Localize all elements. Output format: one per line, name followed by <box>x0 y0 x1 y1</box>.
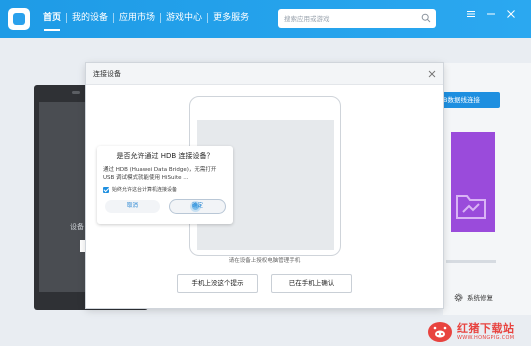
gear-icon <box>454 293 463 301</box>
connect-device-modal: 连接设备 是否允许通过 HDB 连接设备？ 通过 HDB (Huawei Dat… <box>86 63 443 308</box>
tap-indicator-icon <box>192 203 199 210</box>
device-label: 设备 <box>70 223 84 231</box>
promo-banner[interactable] <box>451 132 495 232</box>
search-icon[interactable] <box>421 13 431 23</box>
system-repair-label: 系统修复 <box>467 294 493 302</box>
hdb-cancel-button: 取消 <box>105 200 160 213</box>
progress-track <box>446 260 496 263</box>
phone-notch <box>72 91 80 94</box>
minimize-icon[interactable] <box>486 9 496 19</box>
system-repair-entry[interactable]: 系统修复 <box>454 292 493 302</box>
main-nav: 首页 我的设备 应用市场 游戏中心 更多服务 <box>38 11 254 31</box>
menu-icon[interactable] <box>466 9 476 19</box>
hdb-dialog-body: 通过 HDB (Huawei Data Bridge)，无需打开 USB 调试模… <box>103 167 217 181</box>
modal-title: 连接设备 <box>93 70 121 78</box>
modal-header: 连接设备 <box>86 63 443 85</box>
nav-item-home[interactable]: 首页 <box>38 11 66 31</box>
nav-item-my-devices[interactable]: 我的设备 <box>67 11 113 25</box>
search-placeholder: 搜索应用或游戏 <box>284 15 330 23</box>
checkbox-icon <box>103 186 109 193</box>
nav-item-more-services[interactable]: 更多服务 <box>208 11 254 25</box>
pig-logo-icon <box>428 322 452 342</box>
always-allow-label: 始终允许这台计算机连接设备 <box>112 187 178 193</box>
hdb-allow-button: 确定 <box>170 200 225 213</box>
search-input[interactable]: 搜索应用或游戏 <box>278 9 436 28</box>
watermark-url: WWW.HONGPIG.COM <box>457 335 515 341</box>
hdb-permission-dialog: 是否允许通过 HDB 连接设备？ 通过 HDB (Huawei Data Bri… <box>97 146 233 224</box>
no-prompt-button[interactable]: 手机上没这个提示 <box>177 274 258 293</box>
confirmed-on-phone-button[interactable]: 已在手机上确认 <box>271 274 352 293</box>
nav-item-app-market[interactable]: 应用市场 <box>114 11 160 25</box>
top-app-bar: 首页 我的设备 应用市场 游戏中心 更多服务 搜索应用或游戏 <box>0 0 531 38</box>
app-logo <box>8 8 30 30</box>
watermark-title: 红猪下载站 <box>457 322 515 335</box>
authorization-hint: 请在设备上授权电脑管理手机 <box>228 258 301 264</box>
close-window-icon[interactable] <box>506 9 516 19</box>
folder-illustration-icon <box>456 195 486 219</box>
nav-item-game-center[interactable]: 游戏中心 <box>161 11 207 25</box>
close-icon[interactable] <box>427 69 437 79</box>
always-allow-checkbox: 始终允许这台计算机连接设备 <box>103 186 177 193</box>
hdb-dialog-title: 是否允许通过 HDB 连接设备？ <box>116 152 214 160</box>
device-indicator <box>80 240 85 252</box>
usb-connect-button[interactable]: B数据线连接 <box>440 92 500 108</box>
site-watermark: 红猪下载站 WWW.HONGPIG.COM <box>426 318 530 346</box>
